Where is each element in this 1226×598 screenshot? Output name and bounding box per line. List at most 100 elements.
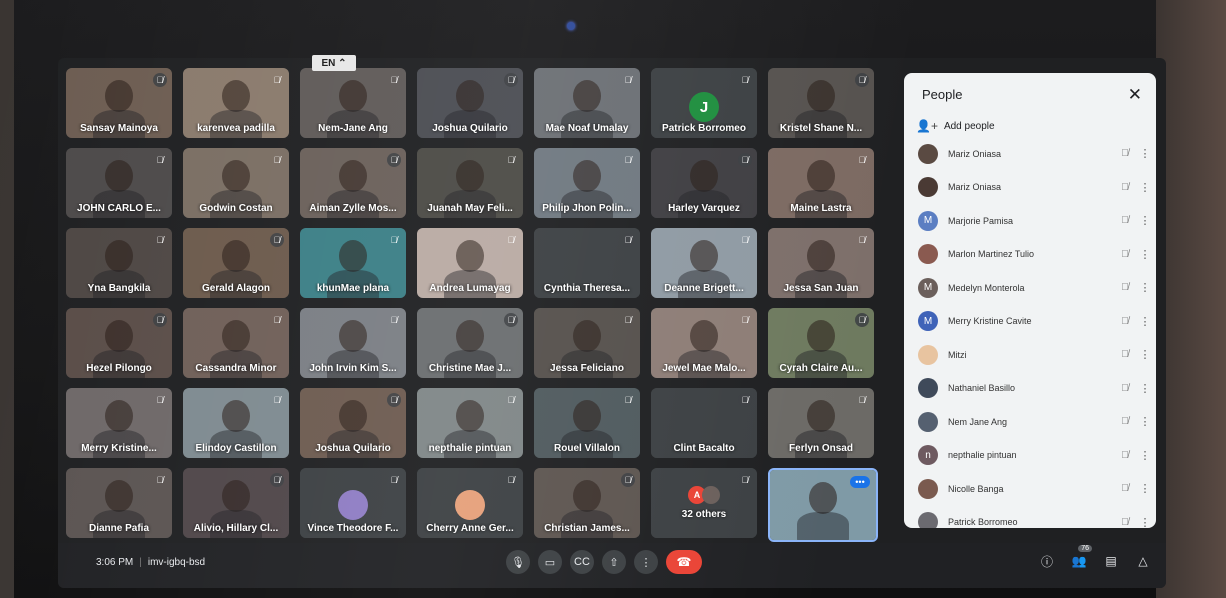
mic-off-icon: 🎙̸ [507, 155, 515, 165]
person-row[interactable]: n nepthalie pintuan 🎙̸ ⋮ [904, 439, 1156, 473]
person-row[interactable]: M Marjorie Pamisa 🎙̸ ⋮ [904, 204, 1156, 238]
participant-tile[interactable]: 🎙̸ JOHN CARLO E... [66, 148, 172, 218]
mic-off-icon[interactable]: 🎙̸ [1116, 249, 1134, 260]
person-row[interactable]: Nem Jane Ang 🎙̸ ⋮ [904, 405, 1156, 439]
participant-tile[interactable]: 🎙̸ Christian James... [534, 468, 640, 538]
more-vert-icon[interactable]: ⋮ [1134, 214, 1156, 227]
participant-tile[interactable]: 🎙̸ Hezel Pilongo [66, 308, 172, 378]
more-vert-icon[interactable]: ⋮ [1134, 449, 1156, 462]
participant-tile[interactable]: 🎙̸ Joshua Quilario [417, 68, 523, 138]
participant-tile[interactable]: 🎙̸ nepthalie pintuan [417, 388, 523, 458]
mic-off-icon: 🎙̸ [741, 235, 749, 245]
captions-icon[interactable]: CC [570, 550, 594, 574]
close-icon[interactable]: ✕ [1128, 85, 1142, 105]
mic-off-icon[interactable]: 🎙̸ [1116, 349, 1134, 360]
more-vert-icon[interactable]: ⋮ [1134, 348, 1156, 361]
participant-tile[interactable]: 🎙̸ Mae Noaf Umalay [534, 68, 640, 138]
participant-tile[interactable]: 🎙̸ Merry Kristine... [66, 388, 172, 458]
participant-tile[interactable]: 🎙̸ Godwin Costan [183, 148, 289, 218]
others-avatars: A [688, 486, 720, 504]
mic-off-icon[interactable]: 🎙̸ [1116, 316, 1134, 327]
mic-off-icon[interactable]: 🎙̸ [1116, 483, 1134, 494]
participant-tile[interactable]: 🎙̸ Yna Bangkila [66, 228, 172, 298]
participant-tile[interactable]: 🎙̸ Ferlyn Onsad [768, 388, 874, 458]
participant-tile[interactable]: 🎙̸ Clint Bacalto [651, 388, 757, 458]
person-row[interactable]: M Medelyn Monterola 🎙̸ ⋮ [904, 271, 1156, 305]
more-vert-icon[interactable]: ⋮ [1134, 181, 1156, 194]
meeting-code: imv-igbq-bsd [147, 557, 206, 568]
more-vert-icon[interactable]: ⋮ [1134, 281, 1156, 294]
self-video-tile[interactable]: ••• [768, 468, 878, 542]
participant-tile[interactable]: 🎙̸ Aiman Zylle Mos... [300, 148, 406, 218]
more-vert-icon[interactable]: ⋮ [1134, 147, 1156, 160]
mic-off-icon[interactable]: 🎙̸ [1116, 215, 1134, 226]
more-vert-icon[interactable]: ⋮ [1134, 415, 1156, 428]
participant-tile[interactable]: 🎙̸ Maine Lastra [768, 148, 874, 218]
people-icon[interactable]: 👥 76 [1068, 545, 1092, 572]
person-silhouette [807, 320, 835, 352]
participant-tile[interactable]: 🎙̸ Philip Jhon Polin... [534, 148, 640, 218]
more-options-icon[interactable]: ••• [850, 476, 870, 488]
mic-off-icon[interactable]: 🎙̸ [1116, 450, 1134, 461]
participant-tile[interactable]: 🎙̸ Juanah May Feli... [417, 148, 523, 218]
participant-tile[interactable]: 🎙̸ Alivio, Hillary Cl... [183, 468, 289, 538]
participant-tile[interactable]: 🎙̸ John Irvin Kim S... [300, 308, 406, 378]
participant-tile[interactable]: 🎙̸ Christine Mae J... [417, 308, 523, 378]
participant-tile[interactable]: 🎙̸ Harley Varquez [651, 148, 757, 218]
mic-off-icon[interactable]: 🎙̸ [1116, 383, 1134, 394]
mic-icon[interactable]: 🎙 [506, 550, 530, 574]
participant-tile[interactable]: 🎙̸ Cynthia Theresa... [534, 228, 640, 298]
person-row[interactable]: Patrick Borromeo 🎙̸ ⋮ [904, 506, 1156, 528]
person-row[interactable]: Nathaniel Basillo 🎙̸ ⋮ [904, 372, 1156, 406]
more-vert-icon[interactable]: ⋮ [1134, 248, 1156, 261]
more-vert-icon[interactable]: ⋮ [1134, 482, 1156, 495]
participant-tile[interactable]: 🎙̸ Rouel Villalon [534, 388, 640, 458]
person-row[interactable]: Marlon Martinez Tulio 🎙̸ ⋮ [904, 238, 1156, 272]
mic-off-icon[interactable]: 🎙̸ [1116, 416, 1134, 427]
mic-off-icon[interactable]: 🎙̸ [1116, 282, 1134, 293]
activities-icon[interactable]: △ [1132, 550, 1154, 572]
participant-tile[interactable]: 🎙̸ karenvea padilla [183, 68, 289, 138]
more-vert-icon[interactable]: ⋮ [1134, 315, 1156, 328]
participant-tile[interactable]: 🎙̸ Kristel Shane N... [768, 68, 874, 138]
participant-tile[interactable]: 🎙̸ Cherry Anne Ger... [417, 468, 523, 538]
mic-off-icon[interactable]: 🎙̸ [1116, 148, 1134, 159]
info-icon[interactable]: ⓘ [1036, 550, 1058, 572]
participant-tile[interactable]: 🎙̸ Vince Theodore F... [300, 468, 406, 538]
add-people-button[interactable]: 👤+ Add people [916, 119, 995, 133]
participant-tile[interactable]: 🎙̸ Elindoy Castillon [183, 388, 289, 458]
more-vert-icon[interactable]: ⋮ [1134, 516, 1156, 528]
participant-tile[interactable]: 🎙̸ Deanne Brigett... [651, 228, 757, 298]
participant-tile[interactable]: 🎙̸ Dianne Pafia [66, 468, 172, 538]
participant-tile[interactable]: 🎙̸ Gerald Alagon [183, 228, 289, 298]
more-vert-icon[interactable]: ⋮ [1134, 382, 1156, 395]
person-row[interactable]: Mariz Oniasa 🎙̸ ⋮ [904, 137, 1156, 171]
participant-tile[interactable]: 🎙̸ Cassandra Minor [183, 308, 289, 378]
chat-icon[interactable]: ▤ [1100, 550, 1122, 572]
person-row[interactable]: M Merry Kristine Cavite 🎙̸ ⋮ [904, 305, 1156, 339]
more-options-icon[interactable]: ⋮ [634, 550, 658, 574]
mic-off-icon[interactable]: 🎙̸ [1116, 182, 1134, 193]
camera-icon[interactable]: ▭ [538, 550, 562, 574]
participant-tile[interactable]: 🎙̸ Andrea Lumayag [417, 228, 523, 298]
mic-off-icon: 🎙̸ [858, 235, 866, 245]
participant-tile[interactable]: 🎙̸ Jessa Feliciano [534, 308, 640, 378]
participant-tile[interactable]: 🎙̸ khunMae plana [300, 228, 406, 298]
participant-tile[interactable]: 🎙̸ Cyrah Claire Au... [768, 308, 874, 378]
end-call-button[interactable]: ☎ [666, 550, 702, 574]
person-row[interactable]: Nicolle Banga 🎙̸ ⋮ [904, 472, 1156, 506]
participant-tile[interactable]: 🎙̸ Sansay Mainoya [66, 68, 172, 138]
person-row[interactable]: Mariz Oniasa 🎙̸ ⋮ [904, 171, 1156, 205]
participant-tile[interactable]: A 🎙̸ 32 others [651, 468, 757, 538]
participant-name: karenvea padilla [197, 123, 275, 134]
language-selector[interactable]: EN ⌃ [312, 55, 356, 71]
mic-off-icon[interactable]: 🎙̸ [1116, 517, 1134, 528]
participant-tile[interactable]: J 🎙̸ Patrick Borromeo [651, 68, 757, 138]
participant-tile[interactable]: 🎙̸ Jewel Mae Malo... [651, 308, 757, 378]
participant-name: Godwin Costan [199, 203, 273, 214]
person-row[interactable]: Mitzi 🎙̸ ⋮ [904, 338, 1156, 372]
participant-tile[interactable]: 🎙̸ Joshua Quilario [300, 388, 406, 458]
participant-tile[interactable]: 🎙̸ Jessa San Juan [768, 228, 874, 298]
present-icon[interactable]: ⇧ [602, 550, 626, 574]
participant-tile[interactable]: 🎙̸ Nem-Jane Ang [300, 68, 406, 138]
